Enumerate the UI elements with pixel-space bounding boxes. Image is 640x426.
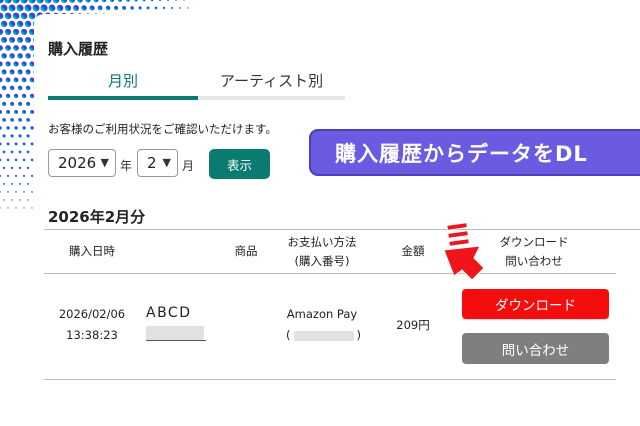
- header-divider: [44, 273, 616, 274]
- purchase-time: 13:38:23: [66, 328, 118, 342]
- chevron-down-icon: ▼: [100, 156, 109, 169]
- tab-artist-indicator: [198, 96, 345, 100]
- table-bottom-divider: [44, 379, 616, 380]
- chevron-down-icon: ▼: [162, 156, 171, 169]
- header-order-number: (購入番号): [294, 254, 350, 268]
- header-item: 商品: [234, 244, 258, 258]
- header-download: ダウンロード: [499, 235, 569, 249]
- redacted-item-detail: [146, 326, 204, 340]
- header-action: ダウンロード 問い合わせ: [482, 233, 586, 271]
- purchase-date: 2026/02/06: [58, 307, 126, 321]
- redacted-order-number: [293, 330, 354, 341]
- month-unit: 月: [182, 159, 195, 173]
- download-button[interactable]: ダウンロード: [462, 289, 609, 319]
- tab-artist[interactable]: アーティスト別: [198, 70, 345, 96]
- header-inquiry: 問い合わせ: [505, 254, 563, 268]
- item-underline: [146, 340, 206, 341]
- annotation-banner: 購入履歴からデータをDL: [309, 129, 640, 176]
- month-select[interactable]: 2 ▼: [137, 149, 178, 177]
- inquiry-button[interactable]: 問い合わせ: [462, 333, 609, 364]
- header-date: 購入日時: [69, 244, 115, 258]
- month-select-value: 2: [147, 154, 157, 172]
- down-arrow-icon: [443, 222, 485, 281]
- header-payment: お支払い方法 (購入番号): [270, 233, 374, 271]
- header-amount: 金額: [401, 244, 425, 258]
- order-number: (): [286, 325, 366, 345]
- section-title: 2026年2月分: [48, 208, 146, 226]
- purchase-datetime: 2026/02/06 13:38:23: [48, 304, 136, 346]
- show-button[interactable]: 表示: [209, 149, 270, 179]
- page-title: 購入履歴: [48, 40, 109, 58]
- header-payment-method: お支払い方法: [287, 235, 357, 249]
- tab-monthly[interactable]: 月別: [48, 70, 198, 96]
- amount: 209円: [396, 318, 430, 332]
- tab-monthly-indicator: [48, 96, 198, 100]
- item-name: ABCD: [146, 305, 192, 321]
- table-top-divider: [44, 229, 640, 230]
- year-unit: 年: [120, 159, 133, 173]
- year-select[interactable]: 2026 ▼: [48, 149, 116, 177]
- order-close-paren: ): [356, 328, 362, 342]
- usage-notice: お客様のご利用状況をご確認いただけます。: [48, 122, 277, 136]
- order-open-paren: (: [286, 328, 291, 342]
- year-select-value: 2026: [58, 154, 97, 172]
- payment-method: Amazon Pay: [286, 307, 358, 321]
